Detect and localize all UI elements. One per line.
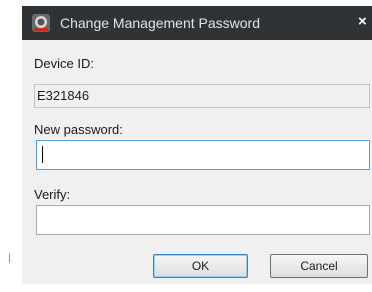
page: Change Management Password × Device ID: … — [0, 0, 372, 292]
new-password-input[interactable] — [36, 140, 370, 170]
dialog-titlebar[interactable]: Change Management Password × — [22, 6, 372, 40]
device-id-label: Device ID: — [34, 56, 94, 71]
background-divider — [9, 253, 10, 263]
new-password-label: New password: — [34, 122, 123, 137]
close-icon[interactable]: × — [358, 10, 372, 34]
dialog-body: Device ID: E321846 New password: Verify:… — [22, 40, 372, 284]
verify-label: Verify: — [34, 187, 71, 202]
cancel-button[interactable]: Cancel — [270, 254, 368, 278]
dialog-title: Change Management Password — [60, 15, 261, 31]
device-id-field: E321846 — [34, 84, 370, 108]
verify-password-input[interactable] — [36, 205, 370, 235]
app-logo-icon — [32, 14, 50, 32]
text-caret — [42, 146, 43, 163]
ok-button[interactable]: OK — [153, 254, 248, 278]
